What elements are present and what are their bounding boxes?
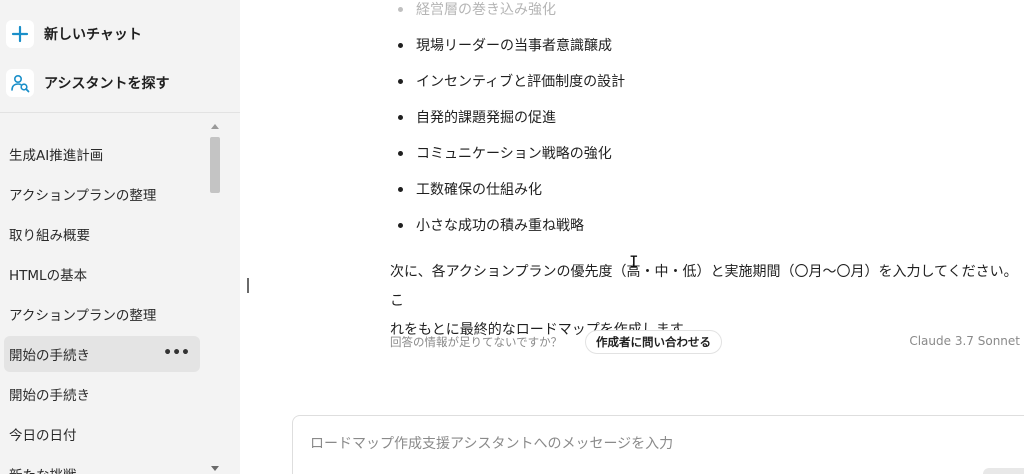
- bullet-item: 工数確保の仕組み化: [398, 179, 542, 199]
- history-item[interactable]: 生成AI推進計画: [4, 136, 200, 172]
- find-assistant-button[interactable]: アシスタントを探す: [6, 65, 226, 101]
- bullet-item: 小さな成功の積み重ね戦略: [398, 215, 584, 235]
- person-search-icon: [6, 69, 34, 97]
- history-item-label: 取り組み概要: [9, 228, 90, 244]
- feedback-question: 回答の情報が足りてないですか？: [390, 335, 563, 349]
- bullet-item: 経営層の巻き込み強化: [398, 0, 556, 19]
- sidebar-resize-handle[interactable]: [247, 278, 249, 293]
- bullet-text: 現場リーダーの当事者意識醸成: [416, 38, 612, 54]
- plus-icon: [6, 20, 34, 48]
- history-item[interactable]: HTMLの基本: [4, 256, 200, 292]
- history-item-label: 生成AI推進計画: [9, 148, 104, 164]
- bullet-text: 経営層の巻き込み強化: [416, 2, 556, 18]
- new-chat-label: 新しいチャット: [44, 27, 142, 43]
- bullet-text: コミュニケーション戦略の強化: [416, 146, 612, 162]
- history-item[interactable]: アクションプランの整理: [4, 176, 200, 212]
- sidebar: 新しいチャット アシスタントを探す 生成AI推進計画 アクションプランの整理 取…: [0, 0, 240, 474]
- bullet-dot: [398, 222, 403, 228]
- history-item-label: 今日の日付: [9, 428, 77, 444]
- contact-author-button[interactable]: 作成者に問い合わせる: [585, 330, 722, 354]
- scroll-thumb[interactable]: [210, 137, 220, 193]
- chat-history-list: 生成AI推進計画 アクションプランの整理 取り組み概要 HTMLの基本 アクショ…: [0, 136, 205, 474]
- scroll-up-arrow-icon[interactable]: [211, 124, 219, 129]
- history-item[interactable]: 開始の手続き: [4, 376, 200, 412]
- history-item-label: アクションプランの整理: [9, 188, 157, 204]
- bullet-item: インセンティブと評価制度の設計: [398, 71, 625, 91]
- bullet-text: 工数確保の仕組み化: [416, 182, 542, 198]
- message-input[interactable]: [310, 436, 1010, 452]
- app-window: 新しいチャット アシスタントを探す 生成AI推進計画 アクションプランの整理 取…: [0, 0, 1024, 474]
- bullet-dot: [398, 150, 403, 156]
- bullet-dot: [398, 6, 403, 12]
- message-meta-row: 回答の情報が足りてないですか？ 作成者に問い合わせる Claude 3.7 So…: [390, 330, 1020, 354]
- find-assistant-label: アシスタントを探す: [44, 76, 170, 92]
- more-dots-icon[interactable]: •••: [163, 345, 190, 361]
- bullet-dot: [398, 78, 403, 84]
- sidebar-divider: [0, 112, 240, 113]
- bullet-item: 自発的課題発掘の促進: [398, 107, 556, 127]
- bullet-dot: [398, 186, 403, 192]
- history-item[interactable]: 取り組み概要: [4, 216, 200, 252]
- sidebar-scrollbar[interactable]: [208, 124, 222, 474]
- history-item[interactable]: 今日の日付: [4, 416, 200, 452]
- history-item-active[interactable]: 開始の手続き •••: [4, 336, 200, 372]
- chat-main: 経営層の巻き込み強化 現場リーダーの当事者意識醸成 インセンティブと評価制度の設…: [256, 0, 1024, 474]
- bullet-dot: [398, 42, 403, 48]
- paragraph-line: 次に、各アクションプランの優先度（高・中・低）と実施期間（〇月〜〇月）を入力して…: [390, 264, 1018, 309]
- bullet-item: コミュニケーション戦略の強化: [398, 143, 612, 163]
- history-item-label: 開始の手続き: [9, 348, 90, 364]
- text-cursor-icon: I: [629, 252, 639, 271]
- scroll-down-arrow-icon[interactable]: [211, 466, 219, 471]
- new-chat-button[interactable]: 新しいチャット: [6, 16, 226, 52]
- send-button[interactable]: [983, 468, 1024, 474]
- bullet-text: インセンティブと評価制度の設計: [416, 74, 626, 90]
- message-composer: [292, 415, 1024, 474]
- bullet-text: 小さな成功の積み重ね戦略: [416, 218, 584, 234]
- model-name: Claude 3.7 Sonnet: [909, 334, 1020, 348]
- bullet-item: 現場リーダーの当事者意識醸成: [398, 35, 612, 55]
- bullet-text: 自発的課題発掘の促進: [416, 110, 556, 126]
- history-item-label: アクションプランの整理: [9, 308, 157, 324]
- bullet-dot: [398, 114, 403, 120]
- history-item-label: HTMLの基本: [9, 268, 88, 284]
- history-item-label: 新たな挑戦: [9, 464, 77, 474]
- history-item[interactable]: アクションプランの整理: [4, 296, 200, 332]
- history-item[interactable]: 新たな挑戦: [4, 456, 200, 474]
- history-item-label: 開始の手続き: [9, 388, 90, 404]
